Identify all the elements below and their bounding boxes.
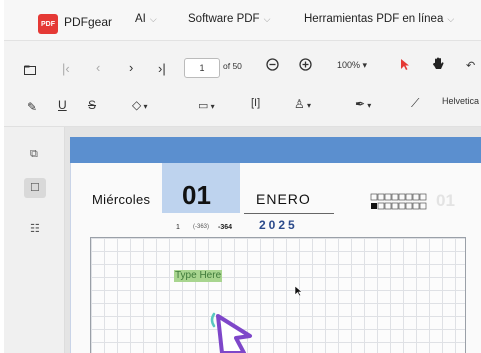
last-page-icon[interactable]: ›| (158, 61, 166, 76)
zoom-value: 100% (337, 60, 361, 70)
bookmark-icon[interactable]: ☐ (30, 181, 40, 194)
mini-calendar-strip (370, 193, 427, 210)
chevron-down-icon: ⌵ (263, 14, 271, 24)
signature-icon[interactable]: ✒ ▾ (355, 97, 371, 111)
pen-icon[interactable]: ✎ (27, 100, 37, 114)
nav-software-pdf[interactable]: Software PDF ⌵ (188, 13, 270, 25)
undo-icon[interactable]: ↶ (466, 59, 475, 72)
chevron-down-icon: ⌵ (149, 14, 157, 24)
hand-tool-icon[interactable] (432, 57, 444, 73)
notes-grid[interactable] (90, 237, 466, 353)
page-total-label: of 50 (223, 61, 242, 71)
pdfgear-logo[interactable]: PDF (38, 14, 58, 34)
font-family-select[interactable]: Helvetica (442, 96, 479, 106)
folder-icon[interactable] (24, 63, 36, 78)
chevron-down-icon: ▾ (365, 101, 372, 110)
days-remaining-paren: (-363) (193, 224, 210, 230)
zoom-dropdown[interactable]: 100% ▾ (337, 60, 367, 71)
chevron-down-icon: ⌵ (447, 14, 455, 24)
strikethrough-icon[interactable]: S (88, 98, 96, 112)
outline-icon[interactable]: ☷ (30, 222, 40, 235)
brand-name[interactable]: PDFgear (64, 15, 112, 29)
nav-ai[interactable]: AI ⌵ (135, 13, 157, 25)
chevron-down-icon: ▾ (362, 60, 368, 70)
annotation-toolbar (4, 88, 481, 127)
nav-online-tools-label: Herramientas PDF en línea (304, 13, 444, 25)
weekday-label: Miércoles (92, 192, 151, 207)
nav-software-pdf-label: Software PDF (188, 13, 260, 25)
nav-ai-label: AI (135, 13, 146, 25)
chevron-down-icon: ▾ (141, 102, 148, 111)
shapes-icon[interactable]: ◇ ▾ (132, 98, 147, 112)
click-indicator-cursor-icon (210, 312, 252, 353)
app-window: PDF PDFgear AI ⌵ Software PDF ⌵ Herramient… (4, 0, 481, 353)
text-field-icon[interactable]: [I] (251, 97, 260, 109)
month-underline (244, 213, 334, 214)
next-page-icon[interactable]: › (129, 60, 133, 75)
select-cursor-icon[interactable] (400, 58, 410, 74)
textbox-icon[interactable]: ▭ ▾ (198, 99, 215, 112)
year-label: 2025 (259, 218, 298, 232)
page-header-band (70, 137, 481, 163)
nav-online-tools[interactable]: Herramientas PDF en línea ⌵ (304, 13, 454, 25)
chevron-down-icon: ▾ (304, 101, 312, 110)
text-input-field[interactable]: Type Here (174, 270, 223, 282)
first-page-icon[interactable]: |‹ (62, 61, 70, 76)
days-remaining: -364 (218, 224, 233, 231)
mouse-pointer-icon (294, 285, 303, 297)
month-label: ENERO (256, 191, 311, 207)
thumbnails-icon[interactable]: ⧉ (30, 148, 38, 161)
zoom-out-icon[interactable] (266, 58, 279, 74)
prev-page-icon[interactable]: ‹ (96, 60, 100, 75)
stamp-icon[interactable]: ♙ ▾ (294, 97, 311, 111)
page-number-input[interactable]: 1 (184, 58, 220, 78)
underline-icon[interactable]: U (58, 98, 67, 112)
watermark-day-number: 01 (436, 191, 455, 210)
chevron-down-icon: ▾ (208, 102, 215, 111)
brush-icon[interactable]: ⟋ (411, 96, 419, 111)
day-number: 01 (182, 180, 211, 210)
day-of-year: 1 (176, 224, 180, 231)
zoom-in-icon[interactable] (299, 58, 312, 74)
